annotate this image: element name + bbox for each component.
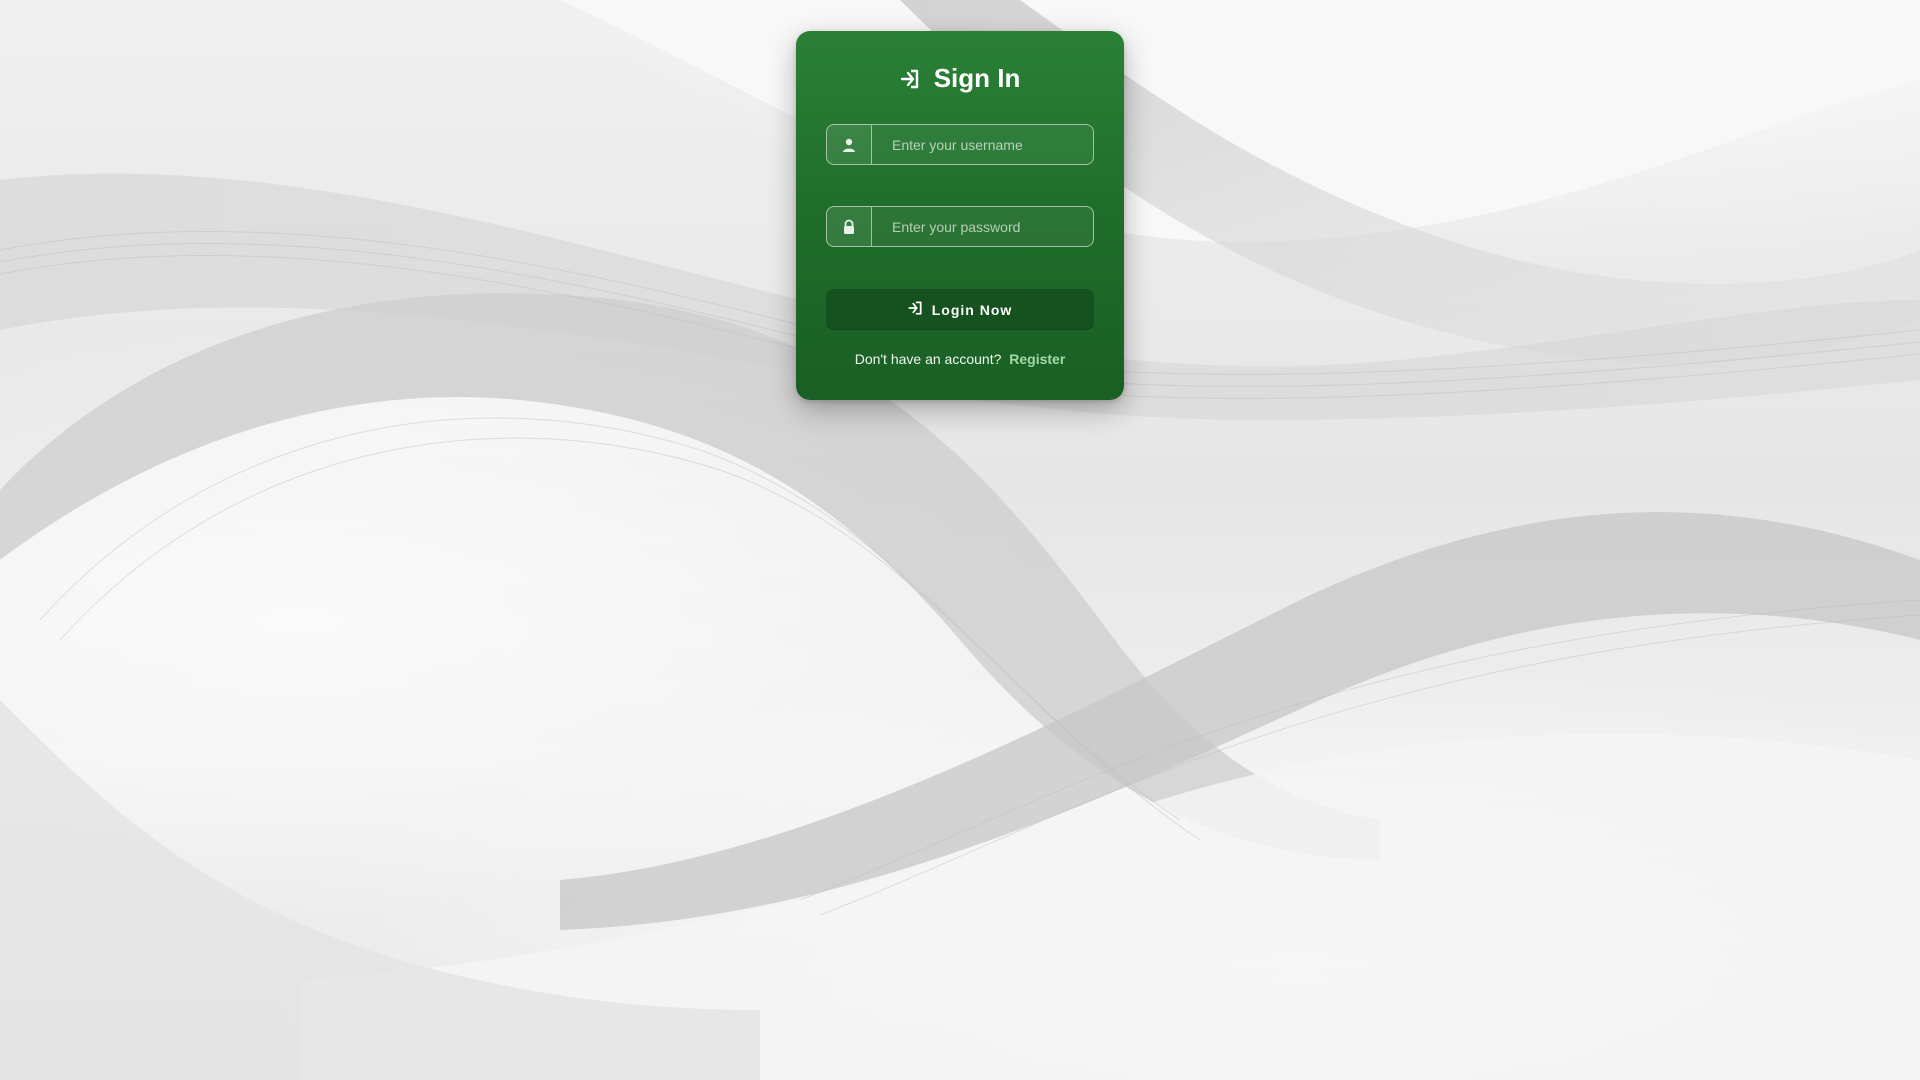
register-link[interactable]: Register [1009, 351, 1065, 367]
login-card: Sign In Login Now Don't have [796, 31, 1124, 400]
sign-in-icon [908, 301, 922, 318]
username-field [826, 124, 1094, 165]
lock-icon [826, 206, 871, 247]
username-input[interactable] [871, 124, 1094, 165]
login-title: Sign In [796, 61, 1124, 97]
register-prompt: Don't have an account? Register [796, 351, 1124, 367]
password-field [826, 206, 1094, 247]
register-prompt-text: Don't have an account? [854, 351, 1002, 367]
sign-in-icon [900, 67, 926, 92]
user-icon [826, 124, 871, 165]
login-button-label: Login Now [931, 301, 1013, 318]
password-input[interactable] [871, 206, 1094, 247]
login-title-text: Sign In [933, 63, 1021, 93]
login-button[interactable]: Login Now [826, 289, 1094, 330]
